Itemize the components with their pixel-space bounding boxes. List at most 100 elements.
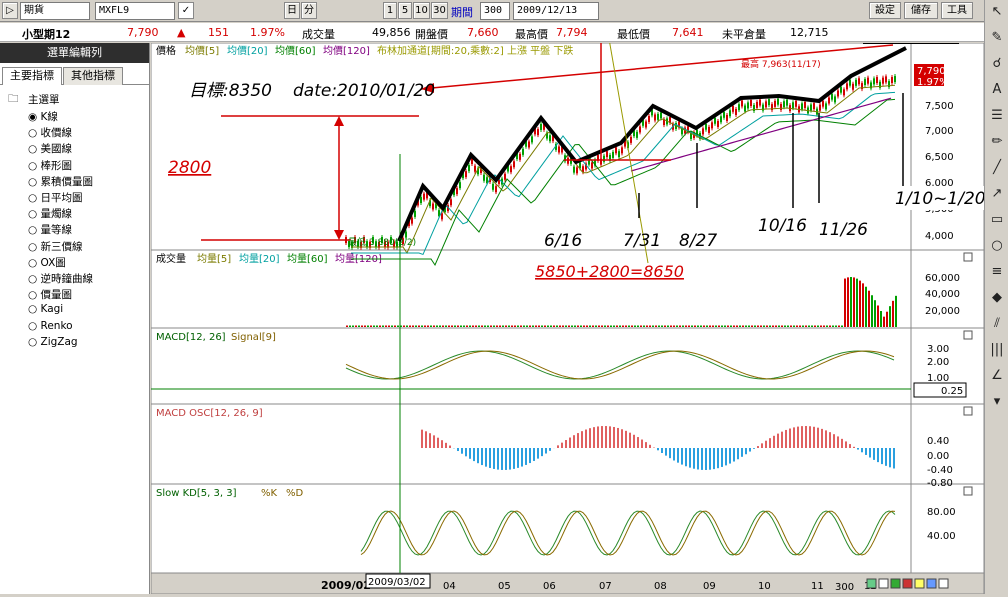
radio-icon[interactable]: ○ bbox=[28, 336, 41, 348]
text-tool-icon[interactable]: A bbox=[987, 80, 1007, 100]
volume-bar bbox=[856, 279, 858, 327]
radio-icon[interactable]: ○ bbox=[28, 160, 41, 172]
zoom-out-icon bbox=[879, 579, 888, 588]
radio-icon[interactable]: ○ bbox=[28, 176, 41, 188]
volume-bar bbox=[604, 326, 606, 328]
volume-bar bbox=[406, 326, 408, 328]
volume-bar bbox=[370, 326, 372, 328]
radio-icon[interactable]: ○ bbox=[28, 208, 41, 220]
radio-icon[interactable]: ○ bbox=[28, 192, 41, 204]
period-5-button[interactable]: 5 bbox=[398, 2, 412, 19]
indicator-item[interactable]: ○ 量燭線 bbox=[28, 206, 72, 221]
radio-icon[interactable]: ○ bbox=[28, 241, 41, 253]
indicator-item[interactable]: ○ 美國線 bbox=[28, 141, 72, 156]
tab-other-indicators[interactable]: 其他指標 bbox=[63, 67, 123, 85]
volume-bar bbox=[457, 326, 459, 328]
radio-icon[interactable]: ○ bbox=[28, 143, 41, 155]
volume-bar bbox=[565, 326, 567, 328]
price-candle bbox=[513, 161, 515, 167]
indicator-item[interactable]: ◉ K線 bbox=[28, 109, 58, 124]
indicator-item[interactable]: ○ 逆時鐘曲線 bbox=[28, 271, 93, 286]
tab-main-indicators[interactable]: 主要指標 bbox=[2, 67, 62, 85]
minute-button[interactable]: 分 bbox=[301, 2, 317, 19]
chart-area[interactable]: 價格 均價[5] 均價[20] 均價[60] 均價[120] 布林加通道[期間:… bbox=[151, 43, 984, 594]
price-candle bbox=[735, 109, 737, 115]
tools-button[interactable]: 工具 bbox=[941, 2, 973, 19]
indicator-item[interactable]: ○ 日平均圖 bbox=[28, 190, 83, 205]
bars-icon[interactable]: ||| bbox=[987, 340, 1007, 360]
x-label-07: 07 bbox=[599, 581, 612, 592]
radio-icon[interactable]: ○ bbox=[28, 289, 41, 301]
pen-icon[interactable]: ✏ bbox=[987, 132, 1007, 152]
pointer-icon[interactable]: ↖ bbox=[987, 2, 1007, 22]
volume-bar bbox=[679, 326, 681, 328]
volume-bar bbox=[421, 326, 423, 328]
period-1-button[interactable]: 1 bbox=[383, 2, 397, 19]
horizontal-line-icon[interactable]: ☰ bbox=[987, 106, 1007, 126]
radio-icon[interactable]: ○ bbox=[28, 257, 41, 269]
line-tool-icon[interactable]: ╱ bbox=[987, 158, 1007, 178]
magnet-icon[interactable]: ☌ bbox=[987, 54, 1007, 74]
volume-panel-title: 成交量 bbox=[156, 252, 186, 265]
osc-bar bbox=[881, 448, 883, 464]
tree-root[interactable]: 主選單 bbox=[28, 92, 60, 107]
radio-icon[interactable]: ○ bbox=[28, 273, 41, 285]
osc-bar bbox=[661, 448, 663, 453]
indicator-item[interactable]: ○ 累積價量圖 bbox=[28, 174, 93, 189]
radio-icon[interactable]: ◉ bbox=[28, 111, 41, 123]
price-candle bbox=[702, 128, 704, 134]
market-select[interactable]: 期貨 bbox=[20, 2, 90, 20]
cursor-date: 2009/03/02 bbox=[368, 577, 426, 588]
dropdown-icon[interactable]: ▾ bbox=[987, 392, 1007, 412]
indicator-item[interactable]: ○ 量等線 bbox=[28, 222, 72, 237]
color-picker-icon[interactable]: ◆ bbox=[987, 288, 1007, 308]
chart-canvas[interactable]: 價格 均價[5] 均價[20] 均價[60] 均價[120] 布林加通道[期間:… bbox=[151, 43, 984, 594]
osc-bar bbox=[545, 448, 547, 454]
price-candle bbox=[495, 186, 497, 192]
radio-icon[interactable]: ○ bbox=[28, 303, 41, 315]
period-30-button[interactable]: 30 bbox=[431, 2, 448, 19]
price-candle bbox=[723, 112, 725, 118]
day-button[interactable]: 日 bbox=[284, 2, 300, 19]
symbol-select[interactable]: MXFL9 bbox=[95, 2, 175, 20]
volume-bar bbox=[538, 326, 540, 328]
indicator-item[interactable]: ○ Kagi bbox=[28, 303, 63, 315]
indicator-item[interactable]: ○ ZigZag bbox=[28, 336, 78, 348]
indicator-item[interactable]: ○ 價量圖 bbox=[28, 287, 72, 302]
checkbox-icon[interactable]: ✓ bbox=[178, 2, 194, 19]
play-icon[interactable]: ▷ bbox=[2, 2, 18, 19]
volume-bar bbox=[535, 326, 537, 328]
price-candle bbox=[855, 80, 857, 86]
date-input[interactable]: 2009/12/13 bbox=[513, 2, 599, 20]
volume-bar bbox=[715, 326, 717, 328]
price-candle bbox=[522, 149, 524, 155]
radio-icon[interactable]: ○ bbox=[28, 320, 41, 332]
arrow-tool-icon[interactable]: ↗ bbox=[987, 184, 1007, 204]
indicator-item[interactable]: ○ 新三價線 bbox=[28, 239, 83, 254]
rectangle-icon[interactable]: ▭ bbox=[987, 210, 1007, 230]
osc-bar bbox=[865, 448, 867, 455]
period-10-button[interactable]: 10 bbox=[413, 2, 430, 19]
save-button[interactable]: 儲存 bbox=[904, 2, 938, 19]
osc-bar bbox=[473, 448, 475, 461]
period-input[interactable]: 300 bbox=[480, 2, 510, 20]
osc-bar bbox=[721, 448, 723, 467]
channel-icon[interactable]: ⫽ bbox=[987, 314, 1007, 334]
volume-bar bbox=[817, 326, 819, 328]
angle-icon[interactable]: ∠ bbox=[987, 366, 1007, 386]
fibonacci-icon[interactable]: ≡ bbox=[987, 262, 1007, 282]
circle-icon[interactable]: ○ bbox=[987, 236, 1007, 256]
indicator-item[interactable]: ○ Renko bbox=[28, 320, 73, 332]
cursor-tool-icon[interactable]: ✎ bbox=[987, 28, 1007, 48]
high-value: 7,794 bbox=[556, 26, 588, 39]
radio-icon[interactable]: ○ bbox=[28, 127, 41, 139]
osc-bar bbox=[573, 435, 575, 448]
settings-button[interactable]: 設定 bbox=[869, 2, 901, 19]
price-candle bbox=[558, 146, 560, 152]
indicator-item[interactable]: ○ 收價線 bbox=[28, 125, 72, 140]
radio-icon[interactable]: ○ bbox=[28, 224, 41, 236]
indicator-item[interactable]: ○ OX圖 bbox=[28, 255, 66, 270]
osc-bar bbox=[565, 440, 567, 448]
osc-bar bbox=[533, 448, 535, 461]
indicator-item[interactable]: ○ 棒形圖 bbox=[28, 158, 72, 173]
